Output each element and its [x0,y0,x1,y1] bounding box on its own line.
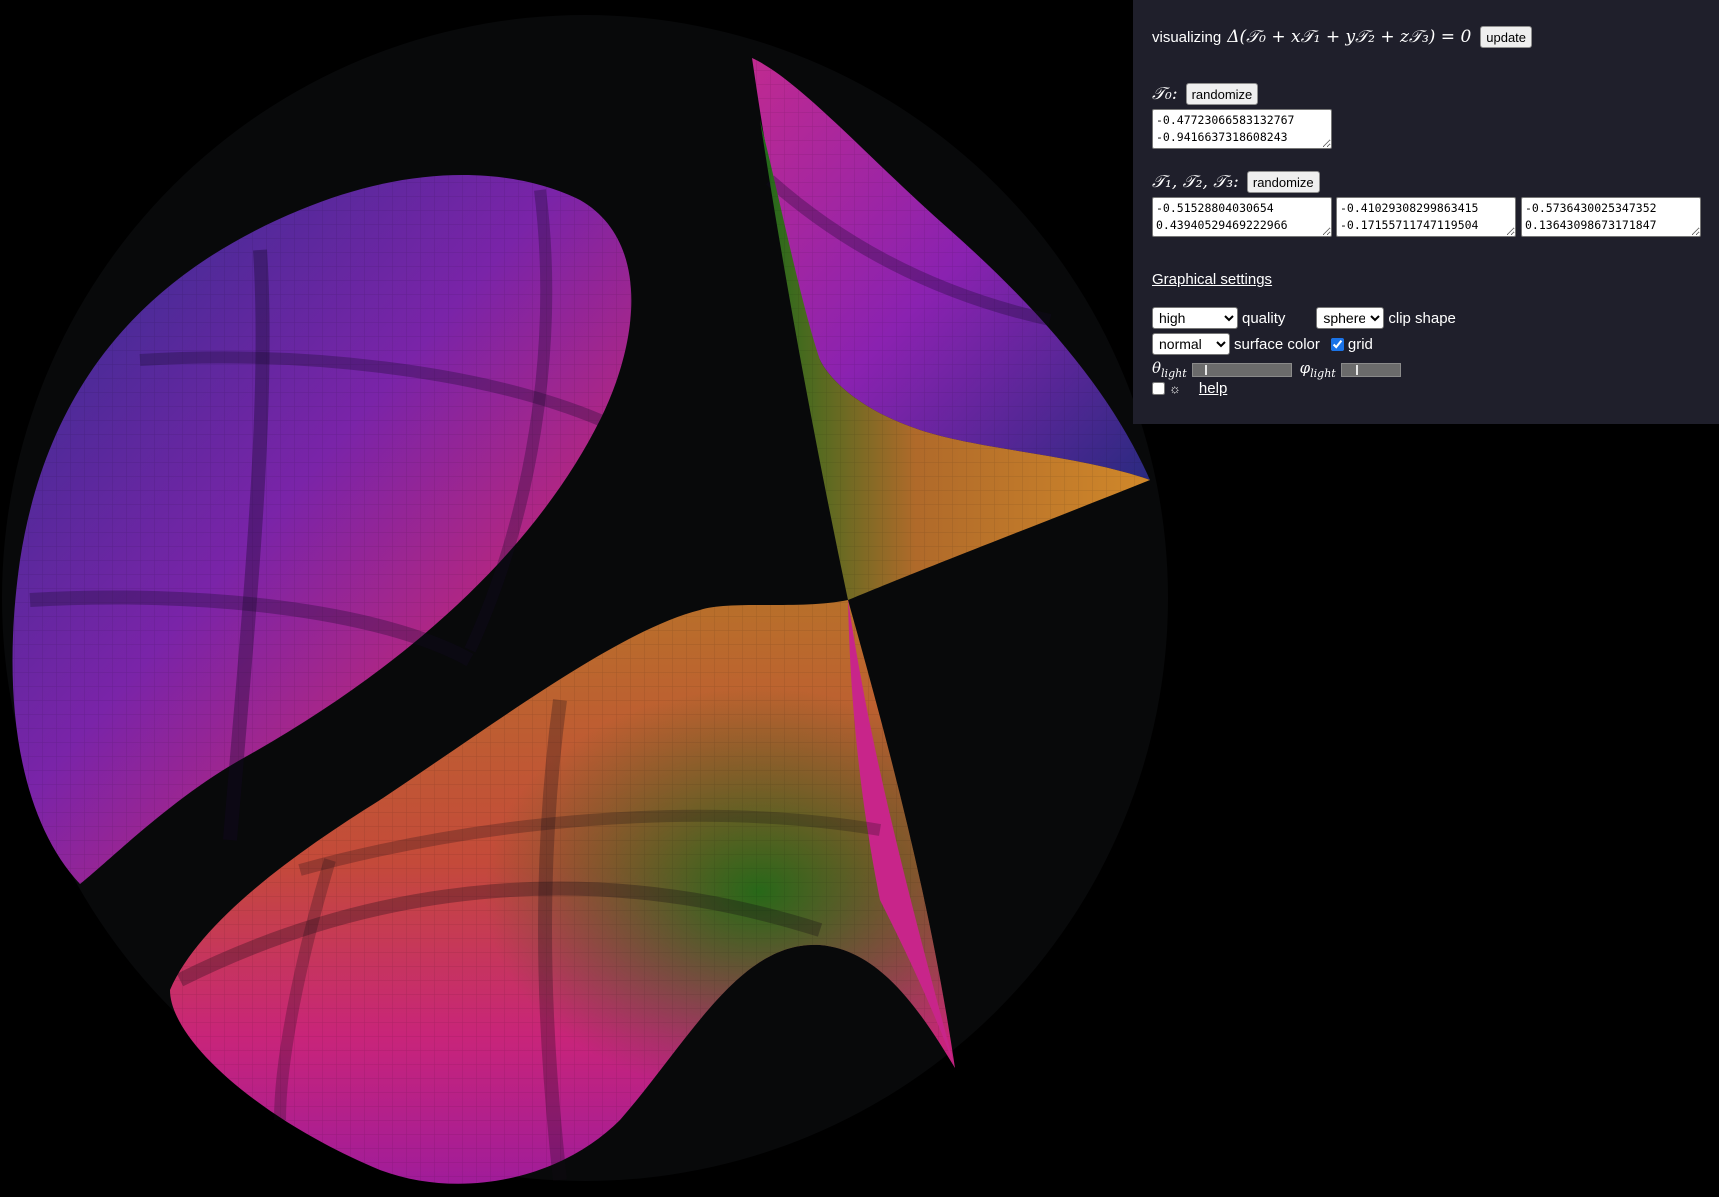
phi-subscript: light [1310,367,1336,380]
surface-color-label: surface color [1234,335,1320,353]
theta-light-slider-thumb[interactable] [1204,364,1207,375]
phi-light-slider-thumb[interactable] [1355,364,1358,375]
help-link[interactable]: help [1199,380,1227,397]
t1-input[interactable]: -0.51528804030654 0.43940529469222966 [1152,197,1332,237]
clip-shape-select[interactable]: sphere [1316,307,1385,329]
phi-symbol: φ [1299,359,1311,377]
sun-icon: ☼ [1169,381,1181,396]
header-row: visualizing Δ(𝒯₀ + x𝒯₁ + y𝒯₂ + z𝒯₃) = 0 … [1152,26,1533,48]
t123-label: 𝒯₁, 𝒯₂, 𝒯₃: [1152,172,1239,192]
grid-label: grid [1347,335,1373,353]
t123-row: 𝒯₁, 𝒯₂, 𝒯₃: randomize [1152,171,1320,193]
header-prefix: visualizing [1152,28,1222,46]
t123-randomize-button[interactable]: randomize [1246,171,1320,193]
t3-input[interactable]: -0.5736430025347352 0.13643098673171847 [1521,197,1701,237]
t0-row: 𝒯₀: randomize [1152,83,1259,105]
quality-label: quality [1242,309,1286,327]
t0-label: 𝒯₀: [1152,84,1178,104]
t0-randomize-button[interactable]: randomize [1185,83,1259,105]
phi-light-label: φlight [1300,359,1336,380]
phi-light-slider[interactable] [1340,362,1401,377]
theta-light-label: θlight [1152,359,1187,380]
quality-select[interactable]: high [1152,307,1238,329]
clip-shape-label: clip shape [1388,309,1456,327]
grid-checkbox[interactable] [1330,337,1344,351]
update-button[interactable]: update [1480,26,1533,48]
controls-panel: visualizing Δ(𝒯₀ + x𝒯₁ + y𝒯₂ + z𝒯₃) = 0 … [1133,0,1719,424]
t0-input[interactable]: -0.47723066583132767 -0.9416637318608243 [1152,109,1332,149]
surface-color-select[interactable]: normal [1152,333,1230,355]
light-row: θlight φlight [1152,359,1401,380]
theta-light-slider[interactable] [1191,362,1292,377]
t2-input[interactable]: -0.41029308299863415 -0.1715571174711950… [1336,197,1516,237]
sun-checkbox[interactable] [1152,382,1165,395]
graphical-settings-link[interactable]: Graphical settings [1152,271,1272,288]
surface-color-row: normal surface color grid [1152,333,1373,355]
theta-symbol: θ [1152,359,1162,377]
sun-help-row: ☼ help [1152,380,1227,397]
quality-row: high quality sphere clip shape [1152,307,1456,329]
theta-subscript: light [1161,367,1187,380]
equation-display: Δ(𝒯₀ + x𝒯₁ + y𝒯₂ + z𝒯₃) = 0 [1227,27,1472,47]
